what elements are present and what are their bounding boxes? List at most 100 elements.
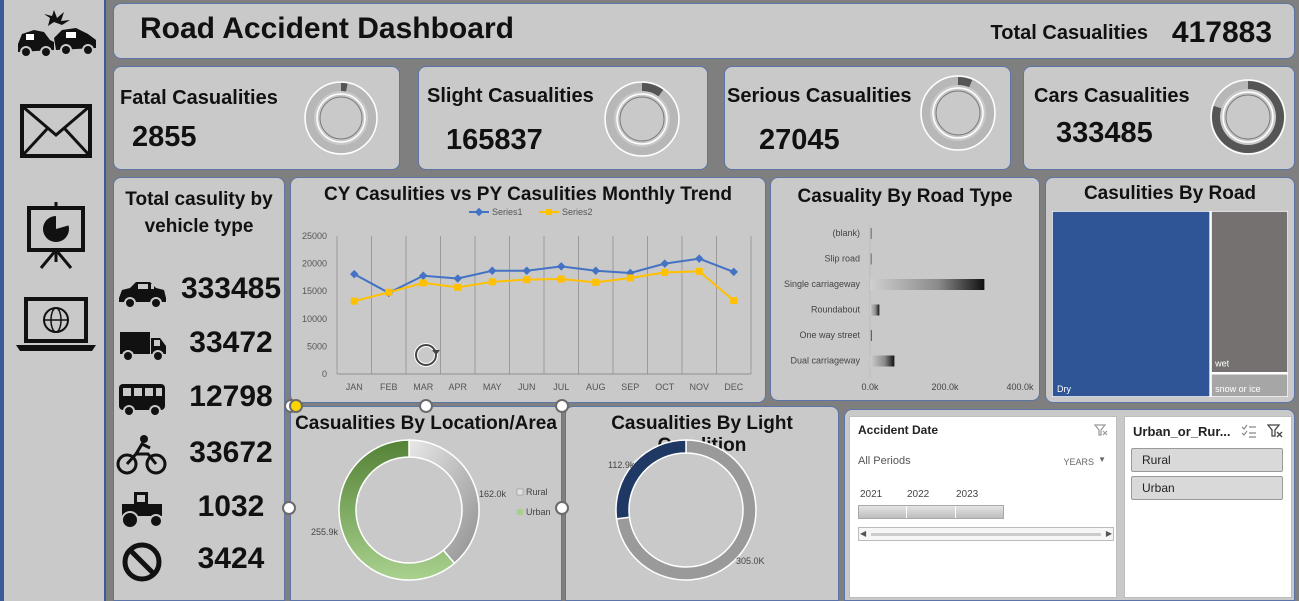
rotate-icon[interactable] — [410, 340, 450, 370]
road-surface-treemap: Dry wet snow or ice — [1052, 211, 1288, 397]
y-tick-label: 5000 — [307, 341, 327, 351]
series1-point — [695, 254, 704, 263]
chevron-down-icon[interactable]: ▼ — [1098, 455, 1106, 464]
kpi-value: 333485 — [1056, 117, 1153, 149]
legend-swatch — [517, 509, 523, 515]
ring-outline — [1210, 79, 1286, 155]
car-icon — [119, 282, 166, 309]
vehicle-row-bus: 12798 — [114, 374, 284, 424]
kpi-card-slight: Slight Casualities 165837 — [418, 66, 708, 170]
series1-point — [591, 266, 600, 276]
y-tick-label: 15000 — [302, 286, 327, 296]
date-level-dropdown[interactable]: YEARS — [1063, 457, 1094, 467]
rotate-handle-active[interactable] — [289, 399, 303, 413]
road-type-bar — [870, 279, 985, 290]
scroll-right-icon[interactable]: ▶ — [1106, 529, 1112, 538]
resize-handle[interactable] — [555, 501, 569, 515]
legend-swatch — [516, 488, 524, 496]
date-slicer-title: Accident Date — [858, 423, 939, 437]
y-tick-label: 0 — [322, 369, 327, 379]
timeline-bar[interactable] — [858, 505, 1004, 519]
data-label: 255.9k — [311, 527, 339, 537]
resize-handle[interactable] — [282, 501, 296, 515]
category-label: Dual carriageway — [790, 356, 860, 366]
year-label[interactable]: 2021 — [860, 489, 882, 500]
series1-point — [557, 262, 566, 271]
legend-label: Series1 — [492, 207, 523, 217]
series1-point — [522, 266, 531, 276]
vehicle-row-bicycle: 33672 — [114, 430, 284, 480]
data-label: 112.9k — [608, 460, 635, 470]
series2-point — [592, 278, 600, 286]
vehicle-value: 33472 — [189, 326, 273, 359]
truck-icon — [120, 332, 166, 362]
area-option-rural[interactable]: Rural — [1131, 448, 1283, 472]
x-tick-label: JUN — [518, 382, 536, 392]
kpi-label: Cars Casualities — [1034, 85, 1190, 107]
kpi-ring-slight — [604, 81, 680, 157]
category-label: One way street — [799, 330, 860, 340]
kpi-label: Slight Casualities — [427, 85, 594, 107]
ring-outline — [604, 81, 680, 157]
vehicle-row-car: 333485 — [114, 266, 284, 316]
legend-label: Urban — [526, 507, 551, 517]
series2-point — [523, 276, 531, 284]
ring-inner — [1222, 91, 1274, 143]
crash-icon[interactable] — [12, 0, 100, 70]
x-tick-label: 200.0k — [931, 382, 959, 392]
multi-select-icon[interactable] — [1241, 424, 1257, 438]
legend-label: Rural — [526, 487, 548, 497]
year-label[interactable]: 2022 — [907, 489, 929, 500]
donut-slice-dark — [615, 439, 687, 520]
series2-point — [695, 267, 703, 275]
laptop-globe-icon[interactable] — [12, 290, 100, 360]
series1-point — [488, 266, 497, 276]
light-panel: Casualities By Light Condition 112.9k305… — [565, 406, 839, 601]
series2-point — [419, 279, 427, 287]
vehicle-row-truck: 33472 — [114, 320, 284, 370]
series2-point — [454, 283, 462, 291]
vehicle-value: 12798 — [189, 380, 273, 413]
timeline-scrollbar[interactable]: ◀ ▶ — [858, 527, 1114, 541]
ring-inner — [619, 96, 665, 142]
series1-point — [453, 274, 462, 283]
sidebar — [0, 0, 106, 601]
treemap-cell-dry — [1052, 211, 1211, 397]
series2-point — [350, 297, 358, 305]
y-tick-label: 20000 — [302, 259, 327, 269]
vehicle-row-tractor: 1032 — [114, 484, 284, 534]
category-label: Roundabout — [811, 305, 861, 315]
clear-filter-icon[interactable] — [1267, 423, 1283, 439]
x-tick-label: 0.0k — [861, 382, 879, 392]
location-panel: Casualities By Location/Area 162.0k 255.9… — [290, 406, 562, 601]
kpi-value: 165837 — [446, 124, 543, 156]
mail-icon[interactable] — [12, 96, 100, 166]
area-option-urban[interactable]: Urban — [1131, 476, 1283, 500]
date-period-label: All Periods — [858, 455, 911, 467]
ring-track — [306, 83, 376, 153]
x-tick-label: 400.0k — [1006, 382, 1034, 392]
prohibited-icon — [122, 542, 162, 582]
treemap-cell-wet — [1210, 211, 1288, 374]
category-label: Single carriageway — [784, 279, 861, 289]
treemap-label: Dry — [1057, 384, 1071, 394]
x-tick-label: FEB — [380, 382, 398, 392]
light-donut: 112.9k 305.0K — [608, 439, 765, 581]
scroll-left-icon[interactable]: ◀ — [860, 529, 866, 538]
data-label: 305.0K — [736, 556, 765, 566]
ring-inner — [319, 96, 363, 140]
kpi-label: Fatal Casualities — [120, 87, 278, 109]
presentation-icon[interactable] — [12, 200, 100, 270]
year-label[interactable]: 2023 — [956, 489, 978, 500]
clear-filter-icon[interactable] — [1094, 423, 1108, 437]
resize-handle[interactable] — [555, 399, 569, 413]
road-type-bar — [870, 330, 872, 341]
resize-handle[interactable] — [419, 399, 433, 413]
total-casualties-value: 417883 — [1171, 16, 1272, 49]
treemap-label: wet — [1214, 359, 1230, 369]
road-type-panel: Casuality By Road Type (blank) Slip road S… — [770, 177, 1040, 401]
kpi-label: Serious Casualities — [727, 85, 912, 107]
series2-point — [661, 268, 669, 276]
x-tick-label: OCT — [655, 382, 675, 392]
data-label: 162.0k — [479, 489, 507, 499]
